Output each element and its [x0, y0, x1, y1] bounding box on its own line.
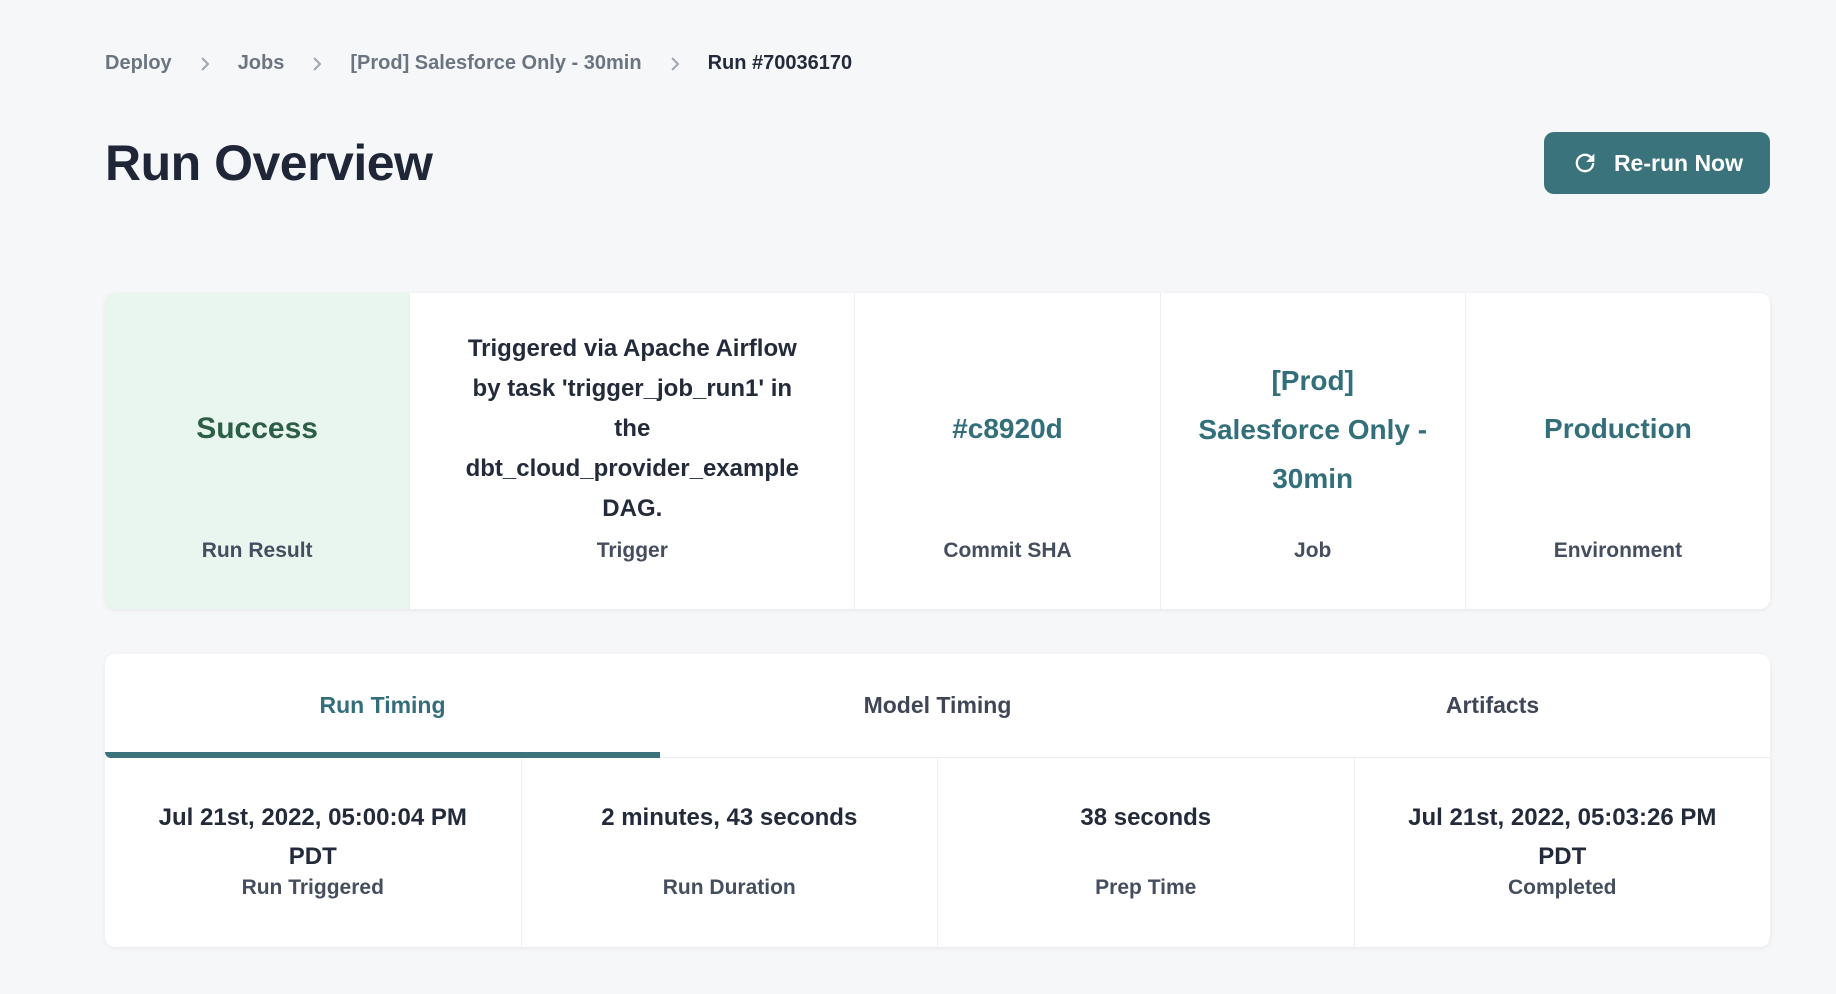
- prep-time-card: 38 seconds Prep Time: [937, 758, 1354, 947]
- page-header: Run Overview Re-run Now: [105, 131, 1770, 195]
- completed-label: Completed: [1508, 876, 1617, 900]
- chevron-right-icon: [666, 55, 684, 73]
- trigger-label: Trigger: [410, 539, 854, 609]
- tab-run-timing[interactable]: Run Timing: [105, 654, 660, 757]
- commit-sha-card: #c8920d Commit SHA: [854, 293, 1159, 609]
- breadcrumb-item-run-number: Run #70036170: [708, 52, 853, 75]
- run-result-value: Success: [196, 407, 318, 451]
- run-duration-label: Run Duration: [663, 876, 796, 900]
- run-duration-card: 2 minutes, 43 seconds Run Duration: [521, 758, 938, 947]
- rerun-now-button[interactable]: Re-run Now: [1544, 132, 1770, 194]
- run-overview-page: Deploy Jobs [Prod] Salesforce Only - 30m…: [0, 0, 1836, 994]
- completed-value: Jul 21st, 2022, 05:03:26 PM PDT: [1395, 798, 1730, 876]
- chevron-right-icon: [196, 55, 214, 73]
- job-label: Job: [1161, 539, 1465, 609]
- completed-card: Jul 21st, 2022, 05:03:26 PM PDT Complete…: [1354, 758, 1771, 947]
- tab-model-timing-label: Model Timing: [864, 692, 1012, 719]
- tab-model-timing[interactable]: Model Timing: [660, 654, 1215, 757]
- tab-artifacts[interactable]: Artifacts: [1215, 654, 1770, 757]
- tab-bar: Run Timing Model Timing Artifacts: [105, 654, 1770, 758]
- run-summary-row: Success Run Result Triggered via Apache …: [105, 293, 1770, 609]
- chevron-right-icon: [308, 55, 326, 73]
- breadcrumb: Deploy Jobs [Prod] Salesforce Only - 30m…: [105, 0, 1770, 75]
- run-duration-value: 2 minutes, 43 seconds: [601, 798, 857, 876]
- breadcrumb-item-job-name[interactable]: [Prod] Salesforce Only - 30min: [350, 52, 641, 75]
- breadcrumb-item-jobs[interactable]: Jobs: [238, 52, 285, 75]
- commit-sha-link[interactable]: #c8920d: [952, 407, 1063, 451]
- breadcrumb-item-deploy[interactable]: Deploy: [105, 52, 172, 75]
- run-detail-panel: Run Timing Model Timing Artifacts Jul 21…: [105, 654, 1770, 947]
- commit-sha-label: Commit SHA: [855, 539, 1159, 609]
- trigger-value: Triggered via Apache Airflow by task 'tr…: [457, 329, 807, 529]
- rerun-now-label: Re-run Now: [1614, 150, 1743, 177]
- tab-artifacts-label: Artifacts: [1446, 692, 1539, 719]
- run-triggered-label: Run Triggered: [242, 876, 384, 900]
- trigger-card: Triggered via Apache Airflow by task 'tr…: [409, 293, 854, 609]
- prep-time-label: Prep Time: [1095, 876, 1196, 900]
- run-triggered-card: Jul 21st, 2022, 05:00:04 PM PDT Run Trig…: [105, 758, 521, 947]
- run-timing-row: Jul 21st, 2022, 05:00:04 PM PDT Run Trig…: [105, 758, 1770, 947]
- environment-label: Environment: [1466, 539, 1770, 609]
- run-triggered-value: Jul 21st, 2022, 05:00:04 PM PDT: [145, 798, 480, 876]
- run-result-label: Run Result: [105, 539, 409, 609]
- job-card: [Prod] Salesforce Only - 30min Job: [1160, 293, 1465, 609]
- run-result-card: Success Run Result: [105, 293, 409, 609]
- environment-link[interactable]: Production: [1544, 407, 1692, 451]
- refresh-icon: [1571, 149, 1599, 177]
- tab-run-timing-label: Run Timing: [319, 692, 445, 719]
- environment-card: Production Environment: [1465, 293, 1770, 609]
- job-link[interactable]: [Prod] Salesforce Only - 30min: [1198, 356, 1428, 503]
- prep-time-value: 38 seconds: [1080, 798, 1211, 876]
- page-title: Run Overview: [105, 134, 432, 192]
